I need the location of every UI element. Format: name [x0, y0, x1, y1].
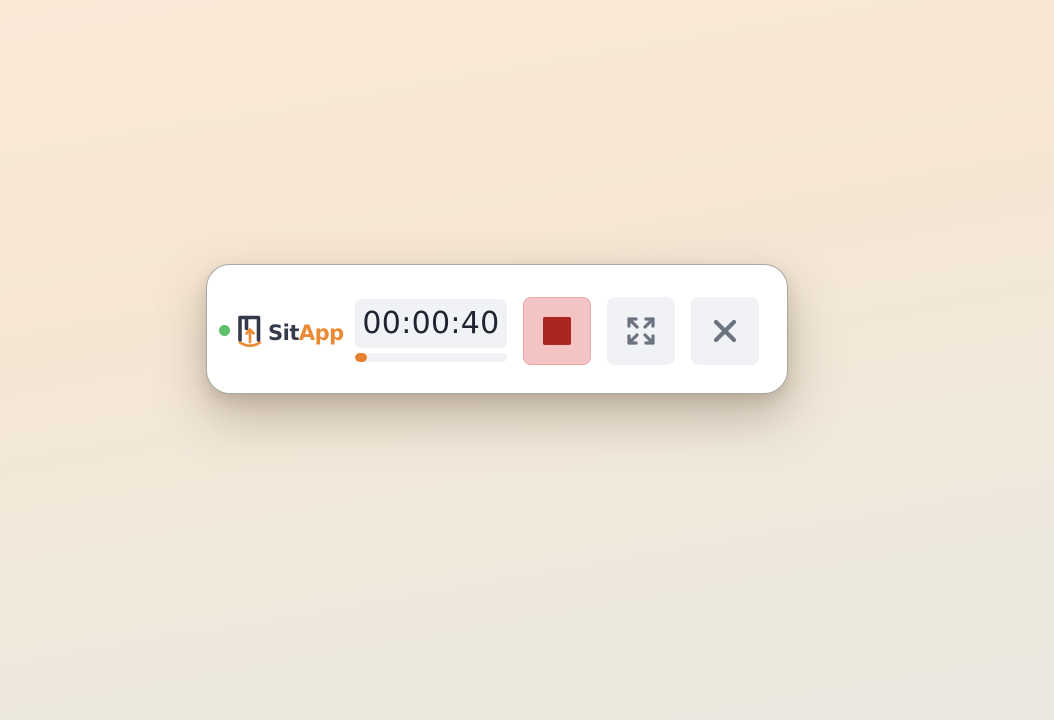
- expand-button[interactable]: [607, 297, 675, 365]
- brand-name-app: App: [298, 320, 344, 345]
- brand-name-sit: Sit: [268, 320, 299, 345]
- expand-icon: [627, 317, 655, 345]
- sitapp-logo-icon: [238, 315, 262, 348]
- recording-progress-fill: [355, 353, 367, 362]
- stop-recording-button[interactable]: [523, 297, 591, 365]
- recording-status-dot: [219, 325, 230, 336]
- brand-name: SitApp: [268, 319, 344, 344]
- stop-icon: [543, 317, 571, 345]
- close-icon: [713, 319, 737, 343]
- sitapp-logo: SitApp: [237, 313, 344, 349]
- elapsed-time-text: 00:00:40: [362, 306, 500, 341]
- recording-progress-bar: [355, 353, 507, 362]
- recorder-widget: SitApp 00:00:40: [206, 264, 788, 394]
- elapsed-timer: 00:00:40: [355, 299, 507, 348]
- close-button[interactable]: [691, 297, 759, 365]
